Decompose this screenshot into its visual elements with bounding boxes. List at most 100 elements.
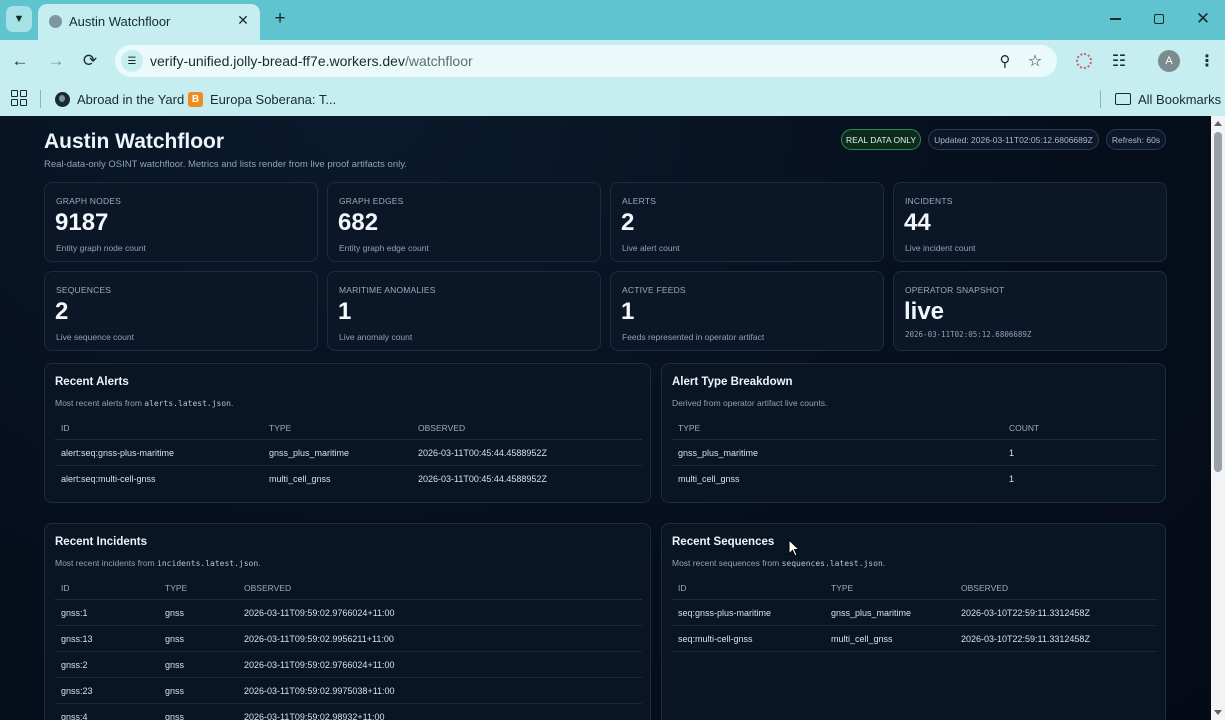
cell-observed: 2026-03-11T00:45:44.4588952Z [418, 448, 547, 458]
scroll-up-arrow-icon[interactable] [1214, 121, 1222, 126]
table-row: seq:gnss-plus-maritime gnss_plus_maritim… [672, 600, 1157, 626]
window-maximize-button[interactable] [1145, 8, 1173, 30]
metric-value: 682 [338, 209, 379, 236]
panel-description: Most recent sequences from sequences.lat… [672, 558, 885, 568]
browser-chrome: ▼ Austin Watchfloor ✕ + ✕ ← → ⟳ ☰ verify… [0, 0, 1225, 116]
url-text[interactable]: verify-unified.jolly-bread-ff7e.workers.… [150, 53, 473, 69]
panel-title: Recent Sequences [672, 536, 775, 548]
metric-card-incidents: INCIDENTS 44 Live incident count [893, 182, 1167, 262]
metric-value: 1 [621, 298, 635, 325]
window-close-button[interactable]: ✕ [1189, 8, 1217, 30]
cell-type: gnss [165, 608, 185, 618]
cell-type: gnss [165, 712, 185, 720]
metric-label: GRAPH NODES [56, 196, 122, 206]
recent-incidents-panel: Recent Incidents Most recent incidents f… [44, 523, 651, 720]
table-header: TYPE COUNT [672, 416, 1157, 440]
apps-grid-icon[interactable] [11, 90, 27, 106]
column-header: TYPE [831, 583, 854, 593]
all-bookmarks-button[interactable]: All Bookmarks [1115, 89, 1221, 109]
bookmarks-divider [40, 90, 41, 108]
metric-card-operator-snapshot: OPERATOR SNAPSHOT live 2026-03-11T02:05:… [893, 271, 1167, 351]
cell-type: multi_cell_gnss [269, 474, 331, 484]
browser-tab-active[interactable]: Austin Watchfloor ✕ [38, 4, 260, 40]
tab-bar: ▼ Austin Watchfloor ✕ + ✕ [0, 0, 1225, 40]
table-row: gnss:13 gnss 2026-03-11T09:59:02.9956211… [55, 626, 642, 652]
cell-type: gnss_plus_maritime [269, 448, 350, 458]
alert-type-breakdown-panel: Alert Type Breakdown Derived from operat… [661, 363, 1166, 503]
bookmarks-divider [1100, 90, 1101, 108]
reload-icon[interactable]: ⟳ [78, 49, 102, 73]
cell-type: gnss [165, 660, 185, 670]
tab-close-icon[interactable]: ✕ [234, 11, 252, 29]
url-path: /watchfloor [404, 53, 473, 69]
extension-ring-icon[interactable] [1073, 50, 1095, 72]
cell-count: 1 [1009, 474, 1015, 484]
profile-avatar[interactable]: A [1158, 50, 1180, 72]
metric-card-graph-nodes: GRAPH NODES 9187 Entity graph node count [44, 182, 318, 262]
back-arrow-icon[interactable]: ← [8, 49, 32, 73]
window-minimize-button[interactable] [1101, 8, 1129, 30]
desc-text: . [882, 558, 886, 568]
column-header: TYPE [165, 583, 188, 593]
cell-observed: 2026-03-11T00:45:44.4588952Z [418, 474, 547, 484]
metric-note: 2026-03-11T02:05:12.6806689Z [905, 330, 1032, 339]
table-row: alert:seq:multi-cell-gnss multi_cell_gns… [55, 466, 642, 492]
new-tab-plus-icon[interactable]: + [270, 9, 290, 29]
bookmark-label: Abroad in the Yard [77, 91, 185, 107]
more-vertical-icon[interactable]: ⋮ [1196, 50, 1218, 72]
metric-note: Entity graph edge count [339, 243, 429, 253]
bookmark-europa-soberana[interactable]: B Europa Soberana: T... [188, 89, 336, 109]
column-header: OBSERVED [244, 583, 292, 593]
tab-title: Austin Watchfloor [69, 14, 171, 29]
cell-id: gnss:13 [61, 634, 93, 644]
metric-value: 44 [904, 209, 931, 236]
cell-id: alert:seq:gnss-plus-maritime [61, 448, 175, 458]
cell-id: gnss:23 [61, 686, 93, 696]
address-bar[interactable]: ☰ verify-unified.jolly-bread-ff7e.worker… [115, 45, 1057, 77]
table-header: ID TYPE OBSERVED [55, 576, 642, 600]
table-row: gnss:23 gnss 2026-03-11T09:59:02.9975038… [55, 678, 642, 704]
mouse-cursor-icon [788, 539, 800, 557]
bookmark-abroad-in-the-yard[interactable]: Abroad in the Yard [55, 89, 184, 109]
metric-note: Live alert count [622, 243, 680, 253]
folder-icon [1115, 93, 1131, 105]
cell-observed: 2026-03-10T22:59:11.3312458Z [961, 634, 1090, 644]
source-file: sequences.latest.json [781, 559, 883, 568]
browser-toolbar: ← → ⟳ ☰ verify-unified.jolly-bread-ff7e.… [0, 40, 1225, 82]
metric-value: live [904, 298, 945, 325]
metric-label: ALERTS [622, 196, 657, 206]
bookmark-label: Europa Soberana: T... [210, 91, 337, 107]
scroll-down-arrow-icon[interactable] [1214, 710, 1222, 715]
scrollbar-thumb[interactable] [1214, 132, 1222, 472]
metric-label: SEQUENCES [56, 285, 112, 295]
cell-id: seq:gnss-plus-maritime [678, 608, 772, 618]
site-info-icon[interactable]: ☰ [121, 50, 143, 72]
bookmark-star-icon[interactable]: ☆ [1025, 51, 1045, 71]
desc-text: . [230, 398, 234, 408]
table-row: alert:seq:gnss-plus-maritime gnss_plus_m… [55, 440, 642, 466]
cell-type: gnss [165, 634, 185, 644]
page-scrollbar[interactable] [1211, 116, 1225, 720]
panel-title: Recent Incidents [55, 536, 148, 548]
real-data-badge: REAL DATA ONLY [841, 129, 921, 150]
chevron-down-icon: ▼ [13, 13, 25, 25]
refresh-interval-badge: Refresh: 60s [1106, 129, 1166, 150]
recent-sequences-panel: Recent Sequences Most recent sequences f… [661, 523, 1166, 720]
cell-type: multi_cell_gnss [678, 474, 740, 484]
extensions-puzzle-icon[interactable]: ☷ [1108, 50, 1130, 72]
restore-icon [1154, 14, 1164, 24]
panel-title: Recent Alerts [55, 376, 129, 388]
column-header: ID [61, 423, 70, 433]
tab-search-button[interactable]: ▼ [6, 6, 32, 32]
metric-value: 2 [55, 298, 69, 325]
cell-type: gnss_plus_maritime [831, 608, 912, 618]
watchfloor-page: Austin Watchfloor Real-data-only OSINT w… [0, 116, 1211, 720]
alerts-table: ID TYPE OBSERVED alert:seq:gnss-plus-mar… [55, 416, 642, 492]
desc-text: Most recent alerts from [55, 398, 145, 408]
recent-alerts-panel: Recent Alerts Most recent alerts from al… [44, 363, 651, 503]
forward-arrow-icon[interactable]: → [44, 49, 68, 73]
page-subtitle: Real-data-only OSINT watchfloor. Metrics… [44, 159, 407, 170]
zoom-magnifier-icon[interactable]: ⚲ [995, 51, 1015, 71]
cell-observed: 2026-03-10T22:59:11.3312458Z [961, 608, 1090, 618]
cell-id: gnss:2 [61, 660, 88, 670]
